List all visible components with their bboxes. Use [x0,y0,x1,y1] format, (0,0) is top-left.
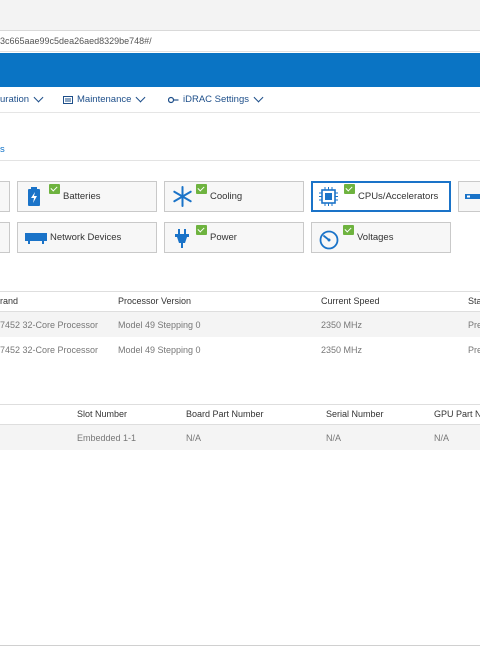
table-top-border [0,291,480,292]
status-ok-icon [343,225,354,235]
status-ok-icon [49,184,60,194]
cpu-chip-icon [319,187,338,206]
column-header-current-speed[interactable]: Current Speed [321,296,380,306]
breadcrumb[interactable]: s [0,144,5,155]
cell-serial-number: N/A [326,433,342,443]
device-icon [465,194,480,199]
cell-brand: 7452 32-Core Processor [0,345,99,355]
cell-current-speed: 2350 MHz [321,345,363,355]
cell-gpu-part-number: N/A [434,433,450,443]
tile-partial-left-1[interactable] [0,181,10,212]
nav-idrac-settings[interactable]: iDRAC Settings [168,87,264,112]
column-header-brand[interactable]: rand [0,296,18,306]
column-header-board-part-number[interactable]: Board Part Number [186,409,264,419]
nav-configuration[interactable]: uration [0,87,44,112]
table-top-border [0,404,480,405]
tile-batteries[interactable]: Batteries [17,181,157,212]
cell-status: Pre [468,345,480,355]
tile-partial-right[interactable] [458,181,480,212]
url-text[interactable]: 3c665aae99c5dea26aed8329be748#/ [0,31,152,51]
cell-slot-number: Embedded 1-1 [77,433,137,443]
column-header-gpu-part-number[interactable]: GPU Part N [434,409,480,419]
cell-brand: 7452 32-Core Processor [0,320,99,330]
cell-processor-version: Model 49 Stepping 0 [118,345,201,355]
main-nav: uration Maintenance iDRAC Settings [0,87,480,113]
table-row[interactable] [0,425,480,450]
tile-voltages[interactable]: Voltages [311,222,451,253]
power-plug-icon [175,229,189,248]
footer-divider [0,645,480,646]
battery-icon [28,187,40,206]
column-header-status[interactable]: Sta [468,296,480,306]
idrac-header-banner [0,53,480,87]
cell-current-speed: 2350 MHz [321,320,363,330]
tile-power[interactable]: Power [164,222,304,253]
nav-maintenance[interactable]: Maintenance [63,87,146,112]
snowflake-icon [173,186,192,207]
chevron-down-icon [253,92,264,103]
tile-network-devices[interactable]: Network Devices [17,222,157,253]
browser-tab-strip [0,0,480,31]
idrac-settings-icon [168,96,179,103]
chevron-down-icon [33,92,44,103]
column-header-slot-number[interactable]: Slot Number [77,409,127,419]
status-ok-icon [196,225,207,235]
tile-cooling[interactable]: Cooling [164,181,304,212]
status-ok-icon [196,184,207,194]
tile-partial-left-2[interactable] [0,222,10,253]
cell-processor-version: Model 49 Stepping 0 [118,320,201,330]
cell-status: Pre [468,320,480,330]
column-header-serial-number[interactable]: Serial Number [326,409,384,419]
column-header-processor-version[interactable]: Processor Version [118,296,191,306]
status-ok-icon [344,184,355,194]
maintenance-icon [63,95,73,104]
cell-board-part-number: N/A [186,433,202,443]
divider [0,160,480,161]
network-card-icon [25,233,47,244]
chevron-down-icon [135,92,146,103]
gauge-icon [319,230,339,250]
tile-cpus-accelerators[interactable]: CPUs/Accelerators [311,181,451,212]
address-bar[interactable]: 3c665aae99c5dea26aed8329be748#/ [0,31,480,52]
